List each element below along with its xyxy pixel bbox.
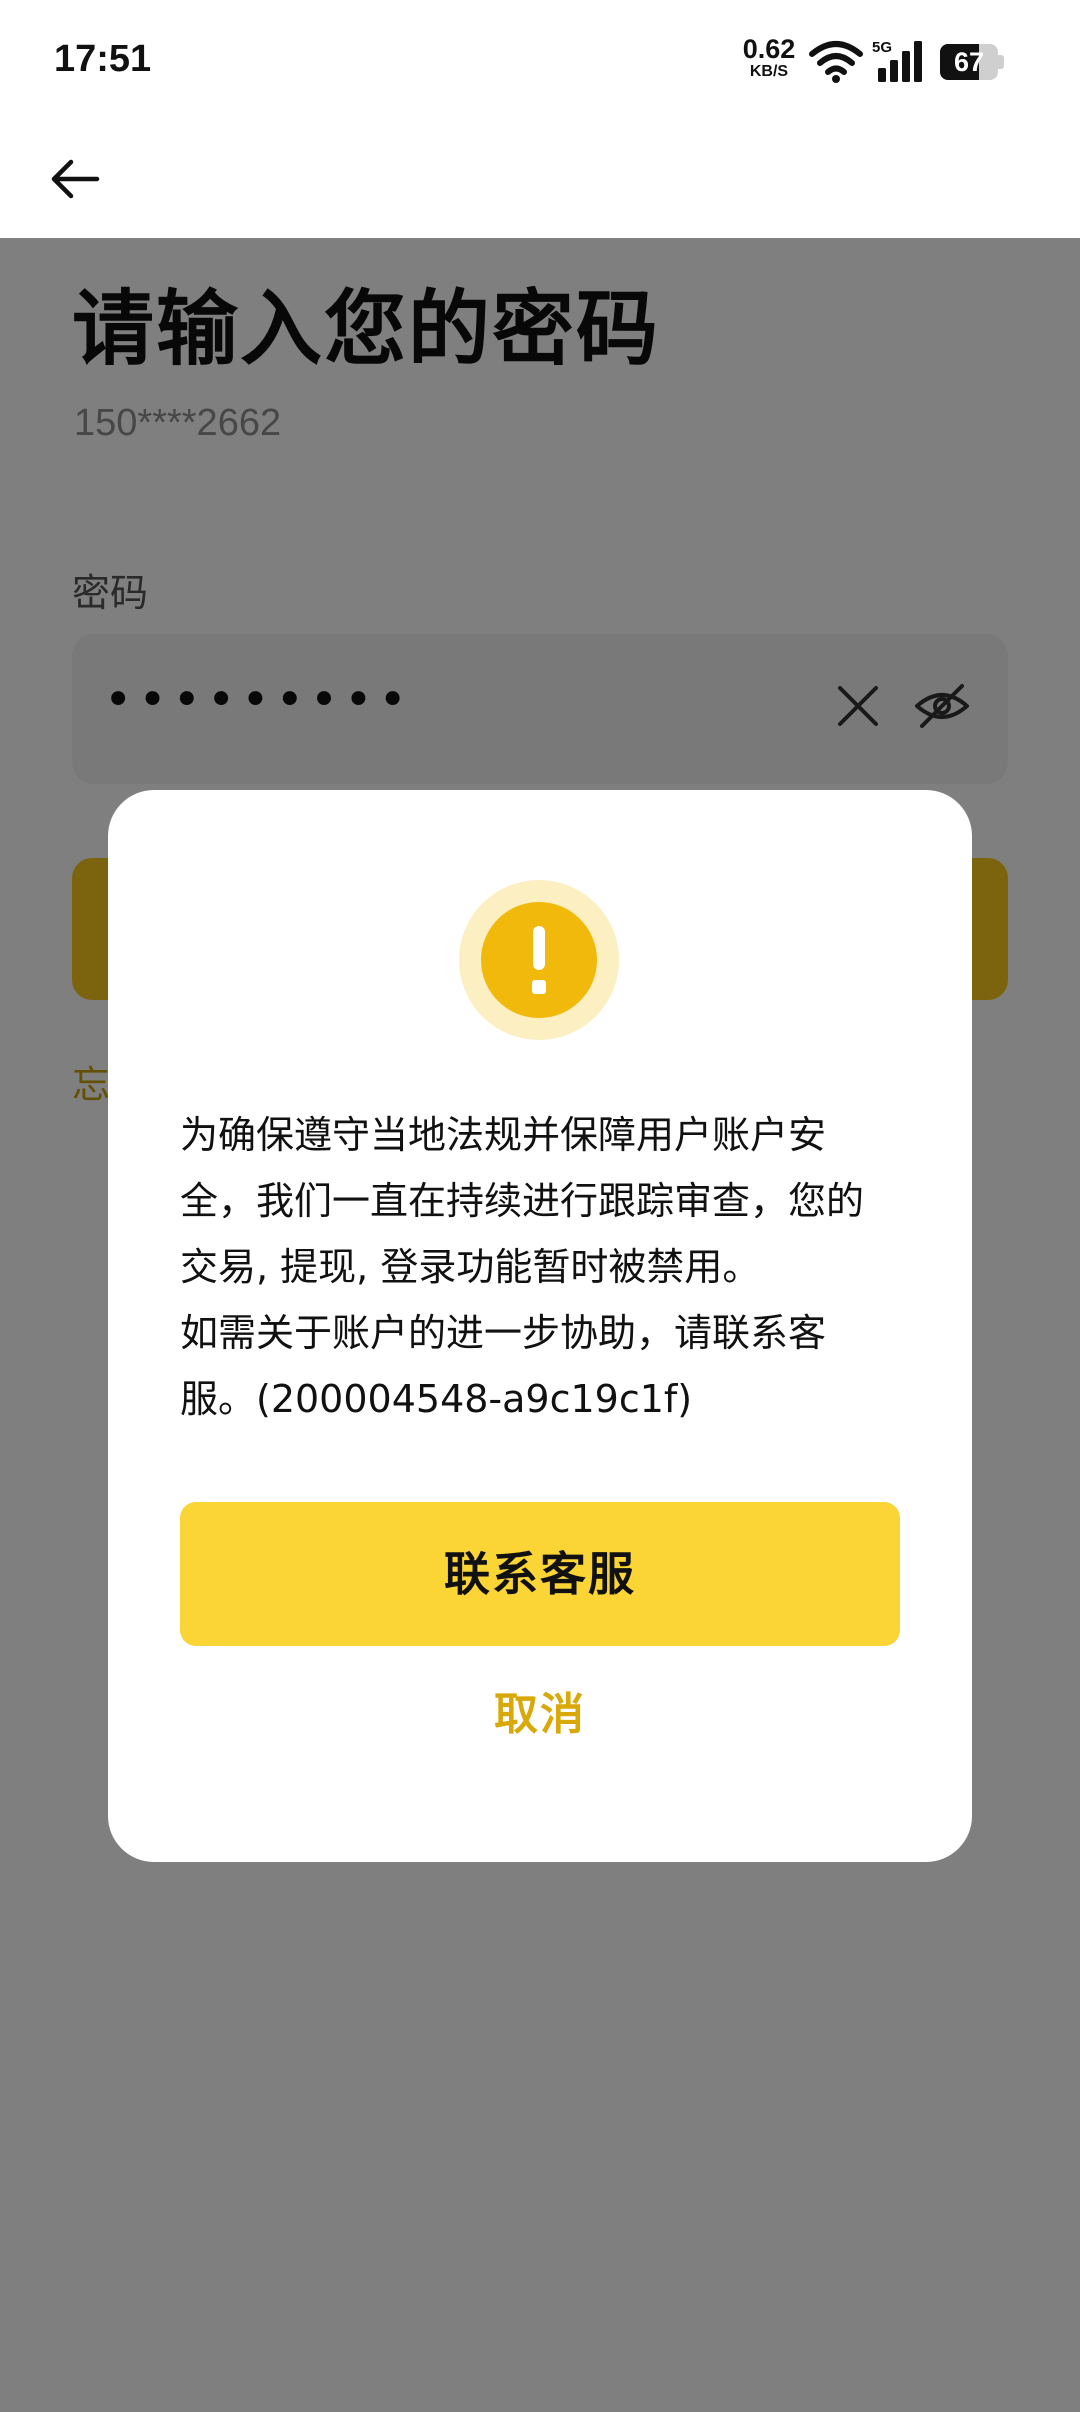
status-bar: 17:51 0.62 KB/S 5G 67 (0, 0, 1080, 120)
cancel-button[interactable]: 取消 (180, 1670, 900, 1760)
network-type-label: 5G (872, 39, 892, 56)
network-speed-value: 0.62 (742, 34, 796, 64)
battery-icon: 67 (940, 44, 1004, 80)
network-speed-unit: KB/S (749, 63, 789, 80)
contact-support-button[interactable]: 联系客服 (180, 1502, 900, 1646)
battery-body: 67 (940, 44, 998, 80)
dialog-message: 为确保遵守当地法规并保障用户账户安全，我们一直在持续进行跟踪审查，您的交易, 提… (180, 1113, 865, 1421)
screen: 17:51 0.62 KB/S 5G 67 为确保遵守当地法规并保障用户账户安全… (0, 0, 1080, 2412)
status-time: 17:51 (54, 38, 152, 80)
warning-icon-circle (481, 902, 597, 1018)
battery-level-text: 67 (953, 47, 985, 77)
signal-5g-icon: 5G (872, 39, 922, 82)
battery-tip (998, 55, 1004, 69)
arrow-left-icon (51, 159, 100, 199)
warning-icon-bar (533, 926, 545, 970)
warning-icon-dot (532, 980, 546, 994)
warning-icon (459, 880, 619, 1040)
network-speed: 0.62 KB/S (738, 36, 800, 80)
alert-dialog: 为确保遵守当地法规并保障用户账户安全，我们一直在持续进行跟踪审查，您的交易, 提… (108, 790, 972, 1862)
wifi-icon (809, 41, 863, 83)
back-button[interactable] (40, 144, 110, 214)
app-header (0, 120, 1080, 238)
